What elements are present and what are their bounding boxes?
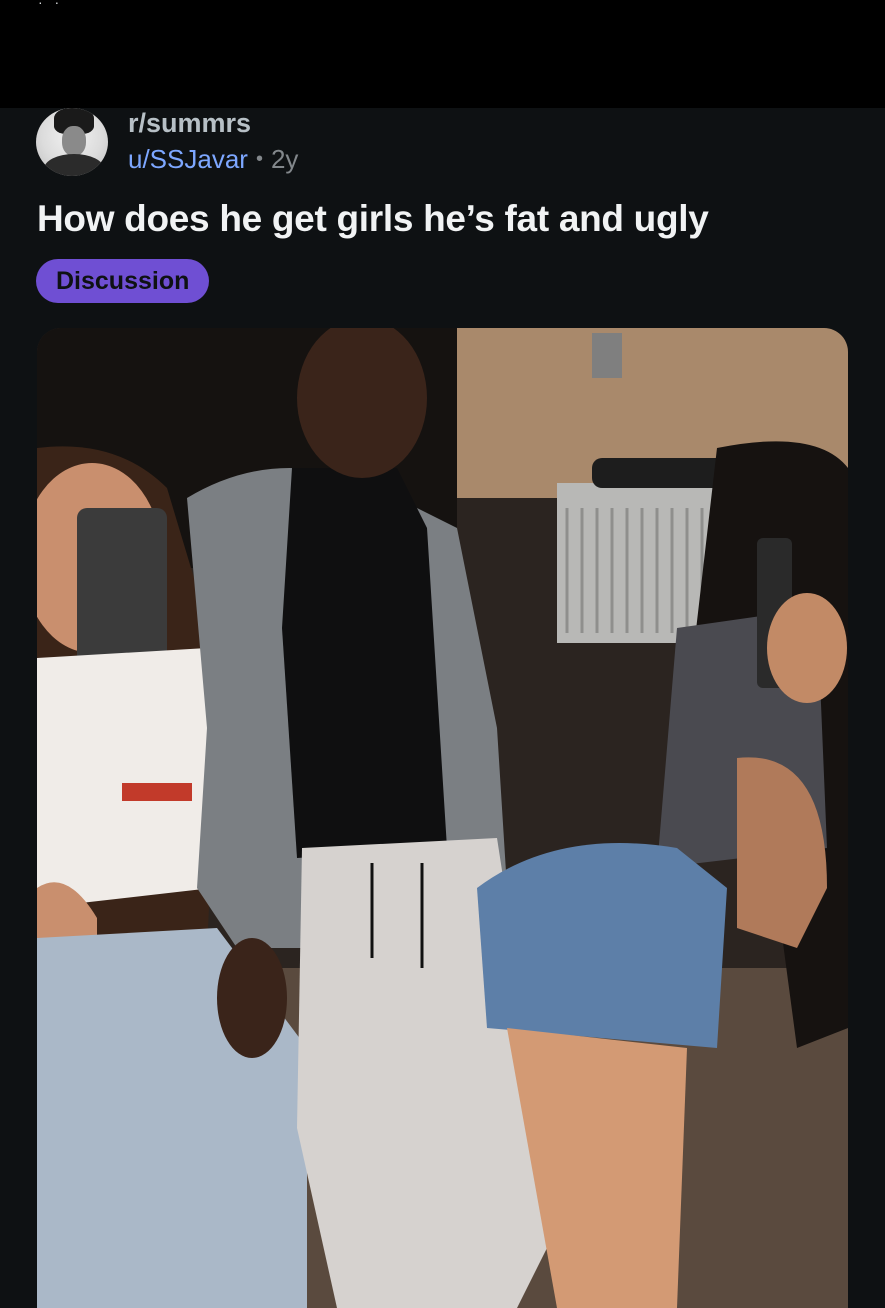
right-person-shorts bbox=[477, 843, 727, 1048]
subreddit-name[interactable]: r/summrs bbox=[128, 108, 251, 139]
avatar-shoulders bbox=[44, 154, 104, 176]
post-flair[interactable]: Discussion bbox=[36, 259, 210, 303]
right-person-hand bbox=[767, 593, 847, 703]
status-bar-glyph: · · bbox=[38, 0, 64, 10]
center-person-shirt bbox=[282, 468, 447, 858]
wall-box bbox=[592, 333, 622, 378]
post-age: 2y bbox=[270, 144, 299, 174]
subreddit-avatar[interactable] bbox=[36, 108, 108, 176]
avatar-face bbox=[62, 126, 86, 156]
post-meta: u/SSJavar • 2y bbox=[128, 144, 298, 175]
post-image[interactable] bbox=[37, 328, 848, 1308]
meta-separator: • bbox=[255, 148, 263, 170]
left-person-shirt-trim bbox=[122, 783, 192, 801]
center-person-left-hand bbox=[217, 938, 287, 1058]
status-bar: · · bbox=[0, 0, 885, 108]
left-person-shirt bbox=[37, 648, 212, 908]
left-person-phone bbox=[77, 508, 167, 668]
post-title[interactable]: How does he get girls he’s fat and ugly bbox=[37, 198, 857, 240]
photo-illustration bbox=[37, 328, 848, 1308]
post-card[interactable]: r/summrs u/SSJavar • 2y How does he get gi… bbox=[0, 108, 885, 1308]
author-link[interactable]: u/SSJavar bbox=[128, 144, 248, 174]
